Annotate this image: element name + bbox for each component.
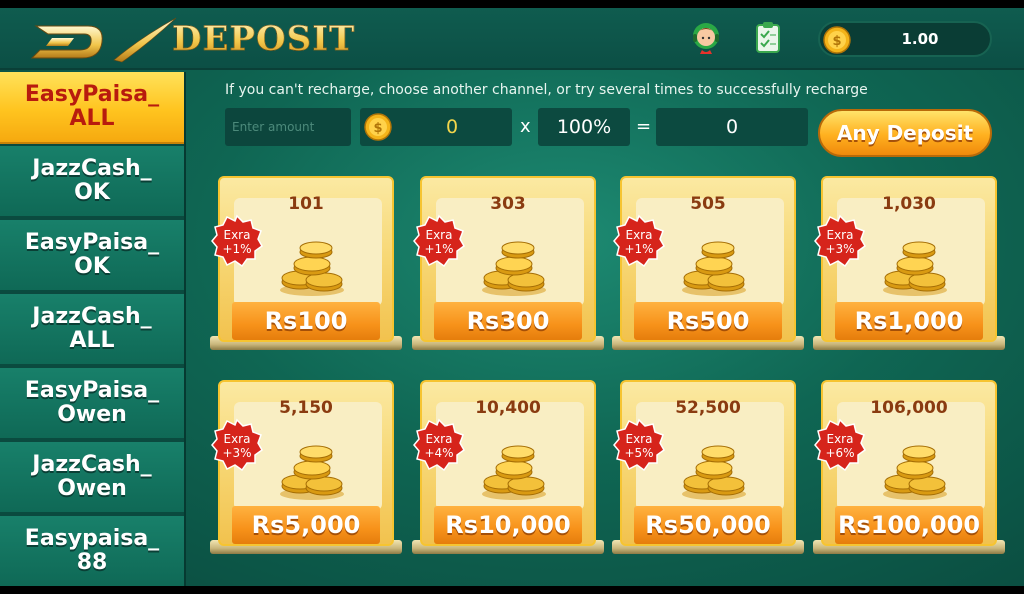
svg-text:$: $ — [373, 121, 382, 136]
bonus-badge-text: Exra +1% — [624, 228, 654, 256]
sidebar-item-jazzcash-owen[interactable]: JazzCash_ Owen — [0, 442, 184, 514]
card-coin-quantity: 5,150 — [279, 398, 333, 418]
svg-text:$: $ — [832, 34, 841, 49]
page-title: DEPOSIT — [172, 19, 356, 60]
equals-sign: = — [636, 116, 652, 137]
any-deposit-button[interactable]: Any Deposit — [818, 109, 992, 157]
balance-display: $ 1.00 — [818, 21, 992, 57]
card-coin-quantity: 10,400 — [475, 398, 541, 418]
coin-icon: $ — [823, 26, 851, 54]
card-price-button[interactable]: Rs50,000 — [634, 506, 782, 544]
recharge-notice: If you can't recharge, choose another ch… — [225, 82, 868, 98]
card-price-button[interactable]: Rs5,000 — [232, 506, 380, 544]
coin-amount-value: 0 — [445, 116, 459, 138]
bonus-badge-text: Exra +3% — [825, 228, 855, 256]
deposit-card[interactable]: 106,000 Exra +6% Rs100,000 — [813, 380, 1005, 562]
sidebar-item-easypaisa-88[interactable]: Easypaisa_ 88 — [0, 516, 184, 586]
channel-sidebar: EasyPaisa_ ALL JazzCash_ OK EasyPaisa_ O… — [0, 72, 186, 586]
coins-stack-icon — [883, 241, 947, 296]
card-coin-quantity: 52,500 — [675, 398, 741, 418]
sidebar-item-easypaisa-ok[interactable]: EasyPaisa_ OK — [0, 220, 184, 292]
coins-stack-icon — [883, 445, 947, 500]
deposit-card[interactable]: 52,500 Exra +5% Rs50,000 — [612, 380, 804, 562]
bonus-badge-text: Exra +3% — [222, 432, 252, 460]
bonus-badge-text: Exra +4% — [424, 432, 454, 460]
coin-amount-field: $ 0 — [360, 108, 512, 146]
card-price-button[interactable]: Rs100 — [232, 302, 380, 340]
card-coin-quantity: 303 — [490, 194, 526, 214]
coin-icon: $ — [364, 113, 392, 141]
card-price-button[interactable]: Rs100,000 — [835, 506, 983, 544]
percent-field: 100% — [538, 108, 630, 146]
deposit-card[interactable]: 10,400 Exra +4% Rs10,000 — [412, 380, 604, 562]
deposit-card[interactable]: 303 Exra +1% Rs300 — [412, 176, 604, 358]
amount-input[interactable] — [225, 108, 351, 146]
header-bar: DEPOSIT $ 1.00 — [0, 8, 1024, 70]
history-icon[interactable] — [750, 20, 786, 56]
coins-stack-icon — [482, 241, 546, 296]
deposit-screen: DEPOSIT $ 1.00 EasyPaisa_ ALL JazzCash_ … — [0, 8, 1024, 586]
sidebar-item-jazzcash-all[interactable]: JazzCash_ ALL — [0, 294, 184, 366]
deposit-card[interactable]: 1,030 Exra +3% Rs1,000 — [813, 176, 1005, 358]
coins-stack-icon — [482, 445, 546, 500]
bonus-badge-text: Exra +1% — [424, 228, 454, 256]
sidebar-item-easypaisa-owen[interactable]: EasyPaisa_ Owen — [0, 368, 184, 440]
card-coin-quantity: 1,030 — [882, 194, 936, 214]
card-coin-quantity: 106,000 — [870, 398, 948, 418]
multiply-sign: x — [520, 116, 531, 137]
bonus-badge-text: Exra +6% — [825, 432, 855, 460]
bonus-badge-text: Exra +1% — [222, 228, 252, 256]
coins-stack-icon — [280, 445, 344, 500]
deposit-card[interactable]: 101 Exra +1% Rs100 — [210, 176, 402, 358]
total-field: 0 — [656, 108, 808, 146]
sidebar-item-jazzcash-ok[interactable]: JazzCash_ OK — [0, 146, 184, 218]
deposit-card[interactable]: 505 Exra +1% Rs500 — [612, 176, 804, 358]
card-price-button[interactable]: Rs300 — [434, 302, 582, 340]
card-coin-quantity: 101 — [288, 194, 324, 214]
card-coin-quantity: 505 — [690, 194, 726, 214]
coins-stack-icon — [682, 241, 746, 296]
card-price-button[interactable]: Rs1,000 — [835, 302, 983, 340]
bonus-badge-text: Exra +5% — [624, 432, 654, 460]
support-icon[interactable] — [688, 20, 724, 56]
deposit-card[interactable]: 5,150 Exra +3% Rs5,000 — [210, 380, 402, 562]
coins-stack-icon — [280, 241, 344, 296]
balance-value: 1.00 — [901, 30, 939, 48]
logo-icon — [30, 17, 177, 63]
sidebar-item-easypaisa-all[interactable]: EasyPaisa_ ALL — [0, 72, 184, 144]
coins-stack-icon — [682, 445, 746, 500]
card-price-button[interactable]: Rs10,000 — [434, 506, 582, 544]
card-price-button[interactable]: Rs500 — [634, 302, 782, 340]
